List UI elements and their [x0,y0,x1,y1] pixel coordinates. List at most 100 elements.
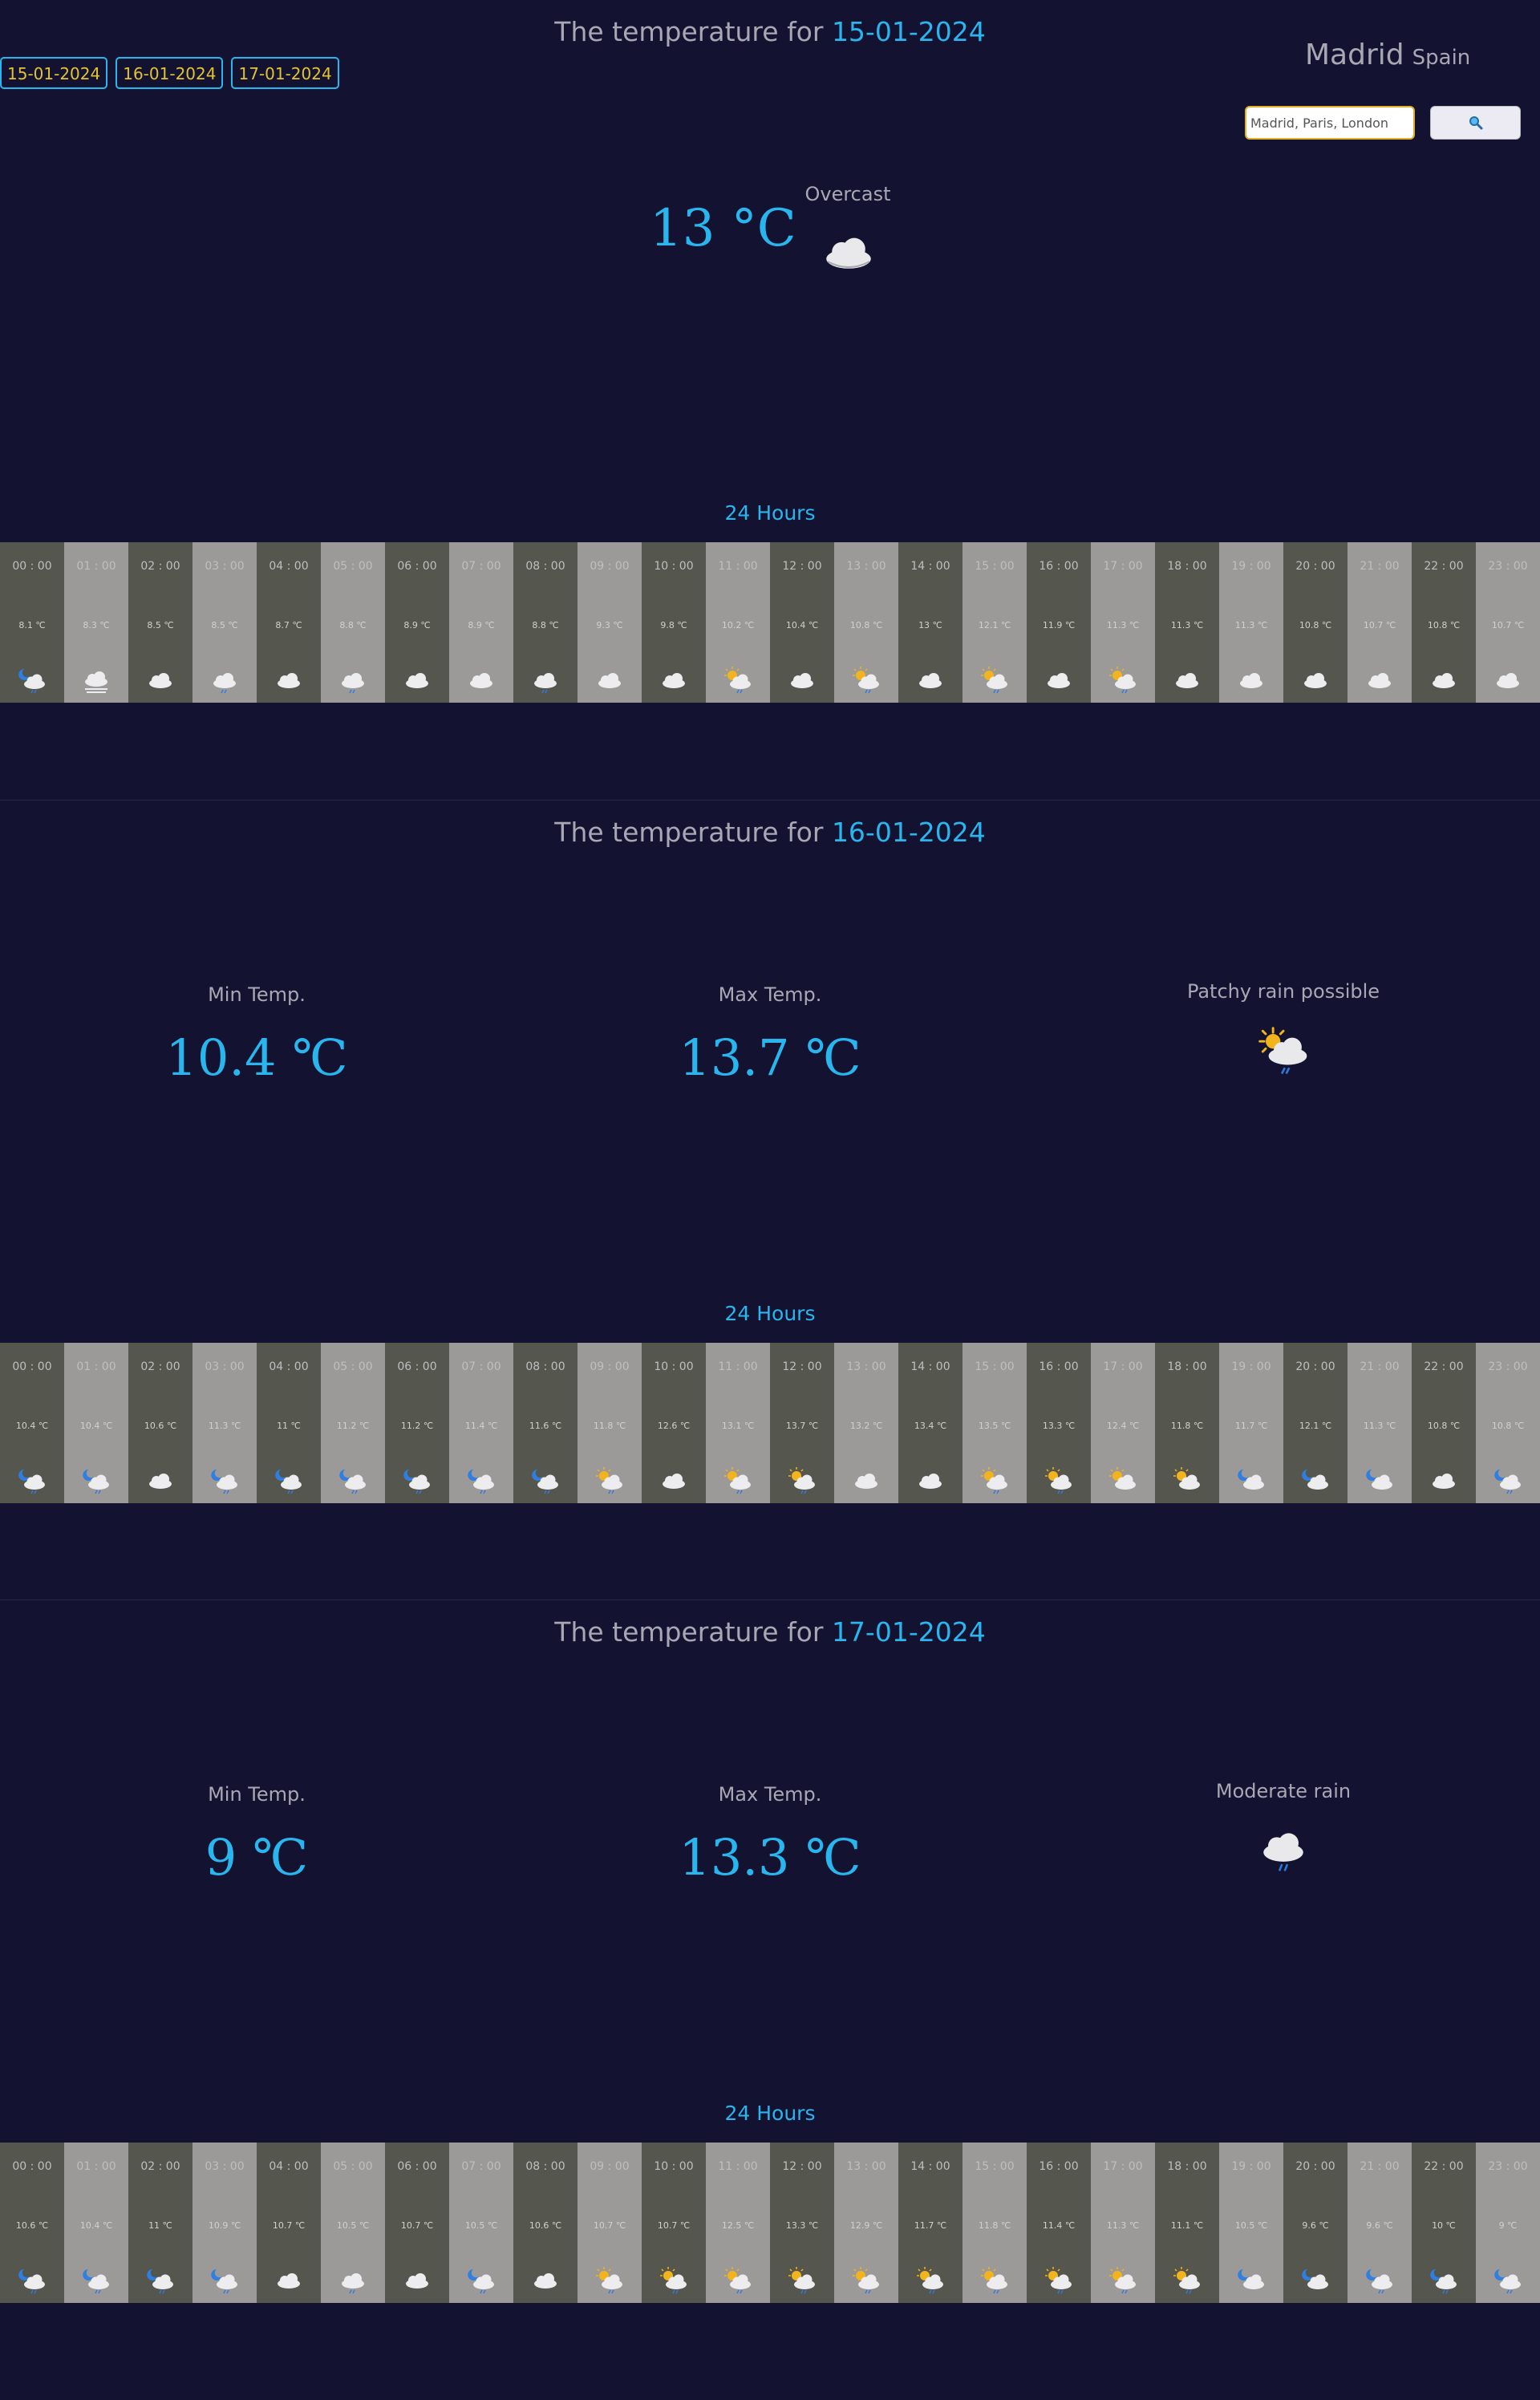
hour-time: 22 : 00 [1424,560,1464,573]
sun-cloud-rain-icon [724,1467,751,1494]
hour-time: 00 : 00 [12,560,52,573]
hour-time: 01 : 00 [76,2160,116,2173]
hour-temp: 8.1 ℃ [18,620,46,630]
sun-cloud-rain-icon [660,2267,687,2294]
hour-temp: 11.7 ℃ [914,2220,947,2231]
night-cloud-rain-icon [147,2269,173,2294]
hour-cell: 12 : 00 13.7 ℃ [770,1343,834,1503]
cloud-icon [1497,673,1519,688]
cloud-rain-icon [342,2273,364,2294]
hourly-strip: 00 : 00 8.1 ℃ 01 : 00 8.3 ℃ 02 : 00 8.5 ℃ 03 :… [0,542,1540,703]
hour-cell: 20 : 00 9.6 ℃ [1283,2143,1348,2303]
hour-time: 09 : 00 [590,560,630,573]
night-cloud-rain-icon [18,2269,45,2294]
hour-time: 22 : 00 [1424,1360,1464,1373]
sun-cloud-rain-icon [788,1467,815,1494]
sun-cloud-icon [1109,1467,1136,1490]
hour-temp: 10.7 ℃ [593,2220,626,2231]
cloud-icon [791,673,813,688]
hour-temp: 8.5 ℃ [211,620,238,630]
hour-temp: 10.4 ℃ [79,1421,113,1431]
hour-time: 06 : 00 [397,560,437,573]
date-button-3[interactable]: 17-01-2024 [231,57,339,89]
hour-time: 06 : 00 [397,1360,437,1373]
hour-time: 14 : 00 [910,2160,950,2173]
hour-time: 06 : 00 [397,2160,437,2173]
hour-cell: 06 : 00 11.2 ℃ [385,1343,449,1503]
hour-time: 13 : 00 [846,1360,886,1373]
hour-time: 07 : 00 [461,560,501,573]
night-cloud-rain-icon [275,1470,302,1494]
date-button-2[interactable]: 16-01-2024 [116,57,224,89]
max-temp: Max Temp. 13.3 ℃ [610,1783,930,1887]
hour-temp: 9.6 ℃ [1366,2220,1393,2231]
date-button-1[interactable]: 15-01-2024 [0,57,108,89]
sun-cloud-rain-icon [853,667,879,694]
hour-cell: 17 : 00 12.4 ℃ [1091,1343,1155,1503]
cloud-rain-icon [213,673,236,694]
hour-temp: 11.2 ℃ [336,1421,370,1431]
current-condition-icon [820,231,877,276]
hour-cell: 06 : 00 10.7 ℃ [385,2143,449,2303]
hour-temp: 10.8 ℃ [1427,1421,1461,1431]
sun-cloud-rain-icon [724,2267,751,2294]
hour-time: 10 : 00 [654,560,694,573]
hour-cell: 02 : 00 8.5 ℃ [128,542,192,703]
hour-temp: 10.7 ℃ [272,2220,306,2231]
search-button[interactable] [1430,106,1521,140]
hour-time: 07 : 00 [461,2160,501,2173]
hour-temp: 10.5 ℃ [336,2220,370,2231]
night-cloud-rain-icon [211,1470,237,1494]
day-title: The temperature for 17-01-2024 [0,1616,1540,1648]
night-cloud-icon [1302,1470,1328,1490]
hour-temp: 10.8 ℃ [849,620,883,630]
hour-cell: 23 : 00 9 ℃ [1476,2143,1540,2303]
hour-cell: 04 : 00 10.7 ℃ [257,2143,321,2303]
hour-time: 00 : 00 [12,2160,52,2173]
hour-temp: 10.7 ℃ [400,2220,434,2231]
hour-time: 03 : 00 [205,560,245,573]
hour-time: 23 : 00 [1488,1360,1528,1373]
title-date: 16-01-2024 [831,817,986,848]
night-cloud-rain-icon [18,669,45,694]
night-cloud-rain-icon [1494,1470,1521,1494]
hour-cell: 17 : 00 11.3 ℃ [1091,542,1155,703]
hour-cell: 18 : 00 11.3 ℃ [1155,542,1219,703]
hour-temp: 13.3 ℃ [785,2220,819,2231]
hour-cell: 07 : 00 8.9 ℃ [449,542,513,703]
fog-icon [85,671,107,693]
hour-temp: 12.6 ℃ [657,1421,691,1431]
sun-cloud-rain-icon [1045,2267,1072,2294]
title-prefix: The temperature for [554,1616,824,1648]
min-temp-label: Min Temp. [208,1783,306,1806]
cloud-icon [406,673,428,688]
hour-cell: 09 : 00 11.8 ℃ [578,1343,642,1503]
hour-time: 12 : 00 [782,1360,822,1373]
hour-temp: 12.9 ℃ [849,2220,883,2231]
hour-time: 08 : 00 [525,560,565,573]
hour-cell: 11 : 00 13.1 ℃ [706,1343,770,1503]
hour-cell: 13 : 00 13.2 ℃ [834,1343,898,1503]
hour-temp: 11.4 ℃ [1042,2220,1076,2231]
hour-time: 05 : 00 [333,1360,373,1373]
hour-temp: 11.6 ℃ [529,1421,562,1431]
night-cloud-rain-icon [532,1470,558,1494]
hour-time: 20 : 00 [1295,560,1335,573]
cloud-icon [1048,673,1070,688]
night-cloud-rain-icon [1494,2269,1521,2294]
hour-temp: 10.9 ℃ [208,2220,241,2231]
hour-cell: 12 : 00 10.4 ℃ [770,542,834,703]
hour-cell: 22 : 00 10 ℃ [1412,2143,1476,2303]
hour-cell: 20 : 00 10.8 ℃ [1283,542,1348,703]
max-temp-value: 13.3 ℃ [679,1828,861,1887]
hour-cell: 12 : 00 13.3 ℃ [770,2143,834,2303]
cloud-icon [470,673,492,688]
night-cloud-rain-icon [1430,2269,1457,2294]
night-cloud-icon [1238,2269,1264,2289]
search-input[interactable] [1245,106,1415,140]
hour-time: 08 : 00 [525,1360,565,1373]
hour-temp: 13.5 ℃ [978,1421,1011,1431]
cloud-icon [826,237,871,269]
hour-temp: 11.3 ℃ [1234,620,1268,630]
hour-time: 10 : 00 [654,1360,694,1373]
